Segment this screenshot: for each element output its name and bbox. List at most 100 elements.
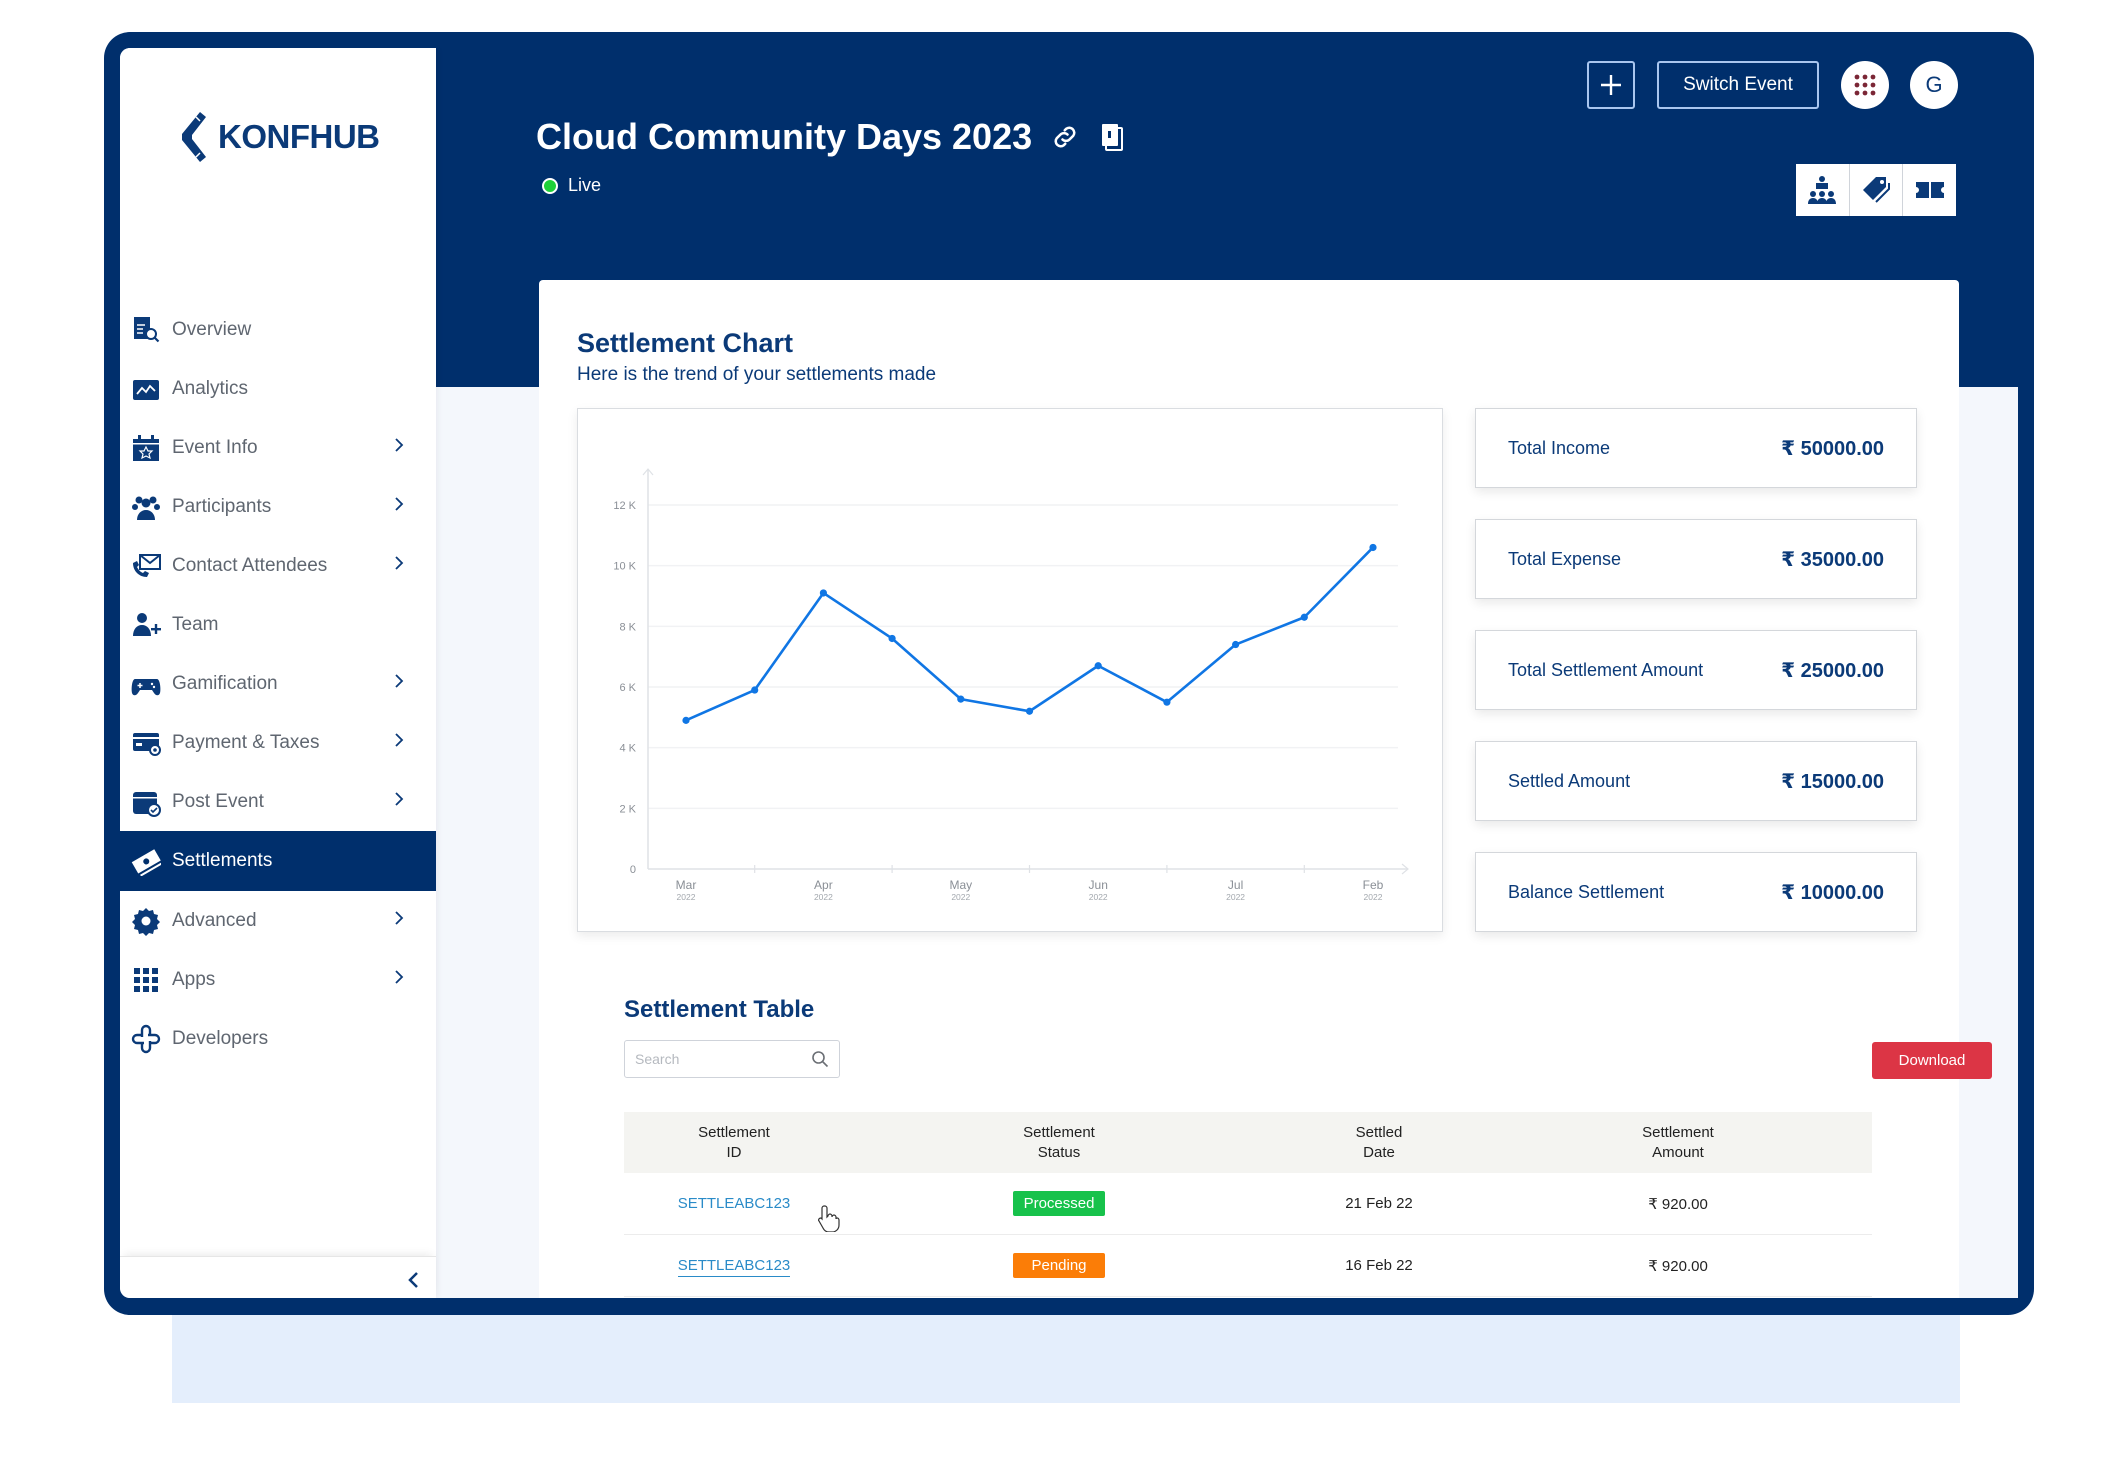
- cell-status: Pending: [844, 1253, 1274, 1278]
- stat-card-total-settlement-amount: Total Settlement Amount ₹ 25000.00: [1475, 630, 1917, 710]
- mail-phone-icon: [130, 550, 162, 582]
- payment-card-icon: [130, 727, 162, 759]
- data-point: [751, 686, 759, 694]
- settlement-table-title: Settlement Table: [624, 996, 815, 1023]
- konfhub-logo[interactable]: KONFHUB: [174, 110, 380, 164]
- speaker-audience-icon: [1808, 176, 1837, 204]
- settlement-chart-subtitle: Here is the trend of your settlements ma…: [577, 364, 937, 385]
- x-tick-year: 2022: [1226, 892, 1245, 902]
- sidebar-item-label: Post Event: [172, 790, 264, 812]
- plus-icon: [1601, 75, 1621, 95]
- create-event-button[interactable]: [1587, 61, 1635, 109]
- sidebar-item-settlements[interactable]: Settlements: [120, 831, 436, 891]
- sidebar-item-analytics[interactable]: Analytics: [120, 359, 436, 418]
- x-tick-year: 2022: [1089, 892, 1108, 902]
- x-tick-year: 2022: [677, 892, 696, 902]
- cell-settlement-id: SETTLEABC123: [624, 1257, 844, 1277]
- column-header-id[interactable]: Settlement ID: [624, 1123, 844, 1163]
- chevron-right-icon[interactable]: [394, 673, 404, 695]
- stat-label: Settled Amount: [1508, 770, 1631, 791]
- stat-label: Balance Settlement: [1508, 881, 1665, 902]
- y-tick-label: 10 K: [613, 561, 636, 573]
- event-title: Cloud Community Days 2023: [536, 116, 1033, 157]
- tickets-button[interactable]: [1902, 164, 1956, 216]
- chevron-right-icon[interactable]: [394, 791, 404, 813]
- sidebar-item-gamification[interactable]: Gamification: [120, 654, 436, 713]
- link-icon[interactable]: [1050, 122, 1080, 152]
- sidebar-item-label: Event Info: [172, 436, 258, 458]
- calendar-star-icon: [130, 432, 162, 464]
- sidebar-item-label: Apps: [172, 968, 216, 990]
- collapse-sidebar-button[interactable]: [406, 1271, 420, 1294]
- chevron-right-icon[interactable]: [394, 496, 404, 518]
- apps-launcher-button[interactable]: [1841, 61, 1889, 109]
- cell-settlement-id: SETTLEABC123: [624, 1195, 844, 1212]
- x-tick-year: 2022: [1364, 892, 1383, 902]
- copy-icon[interactable]: [1098, 122, 1124, 152]
- stat-label: Total Settlement Amount: [1508, 659, 1704, 680]
- analytics-icon: [130, 373, 162, 405]
- live-status-dot: [542, 177, 558, 194]
- sidebar-item-overview[interactable]: Overview: [120, 300, 436, 359]
- sidebar-item-label: Developers: [172, 1027, 269, 1049]
- series-line: [685, 546, 1374, 722]
- sidebar-item-label: Team: [172, 613, 219, 635]
- cell-status: Processed: [844, 1191, 1274, 1216]
- switch-event-button[interactable]: Switch Event: [1657, 61, 1819, 109]
- chevron-right-icon[interactable]: [394, 732, 404, 754]
- gamepad-icon: [130, 668, 162, 700]
- x-tick-year: 2022: [814, 892, 833, 902]
- chevron-right-icon[interactable]: [394, 969, 404, 991]
- cell-amount: ₹ 920.00: [1648, 1195, 1708, 1213]
- coupons-button[interactable]: [1848, 164, 1903, 216]
- download-button[interactable]: Download: [1872, 1042, 1992, 1079]
- column-header-status[interactable]: Settlement Status: [844, 1123, 1274, 1163]
- search-field: [624, 1040, 840, 1078]
- sidebar-item-team[interactable]: Team: [120, 595, 436, 654]
- sidebar-item-label: Gamification: [172, 672, 278, 694]
- stat-card-total-expense: Total Expense ₹ 35000.00: [1475, 519, 1917, 599]
- settlement-id-link[interactable]: SETTLEABC123: [677, 1257, 791, 1277]
- search-input[interactable]: [635, 1051, 795, 1067]
- sidebar-item-event-info[interactable]: Event Info: [120, 418, 436, 477]
- event-status-label: Live: [568, 175, 602, 195]
- search-icon[interactable]: [811, 1050, 829, 1068]
- chevron-right-icon[interactable]: [394, 555, 404, 577]
- data-point: [1094, 662, 1102, 670]
- user-avatar[interactable]: G: [1910, 61, 1958, 109]
- sidebar-item-advanced[interactable]: Advanced: [120, 891, 436, 950]
- sidebar-item-post-event[interactable]: Post Event: [120, 772, 436, 831]
- sidebar-item-contact-attendees[interactable]: Contact Attendees: [120, 536, 436, 595]
- data-point: [1163, 698, 1171, 706]
- speakers-button[interactable]: [1796, 164, 1849, 216]
- settlement-chart: 02 K4 K6 K8 K 10 K 12 K Mar 2022 Apr 2022 May 20…: [577, 408, 1443, 932]
- sidebar-item-developers[interactable]: Developers: [120, 1009, 436, 1068]
- sidebar-item-participants[interactable]: Participants: [120, 477, 436, 536]
- column-header-date[interactable]: Settled Date: [1274, 1123, 1484, 1163]
- cell-date: 16 Feb 22: [1345, 1257, 1413, 1274]
- status-badge: Pending: [1013, 1253, 1105, 1278]
- chevron-right-icon[interactable]: [394, 437, 404, 459]
- developers-icon: [130, 1023, 162, 1055]
- cell-amount: ₹ 920.00: [1648, 1257, 1708, 1275]
- page-backdrop: [172, 1300, 1960, 1403]
- overview-icon: [130, 314, 162, 346]
- sidebar-item-apps[interactable]: Apps: [120, 950, 436, 1009]
- settlement-id-link[interactable]: SETTLEABC123: [678, 1195, 791, 1212]
- sidebar-item-label: Contact Attendees: [172, 554, 328, 576]
- x-tick-label: Apr: [814, 878, 833, 892]
- sidebar-item-payment-taxes[interactable]: Payment & Taxes: [120, 713, 436, 772]
- y-tick-label: 4 K: [619, 743, 636, 755]
- status-badge: Processed: [1013, 1191, 1105, 1216]
- x-tick-year: 2022: [951, 892, 970, 902]
- x-tick-label: Mar: [676, 878, 697, 892]
- hand-cursor-icon: [818, 1205, 840, 1232]
- dots-grid-icon: [1854, 74, 1876, 96]
- column-header-amount[interactable]: Settlement Amount: [1484, 1123, 1872, 1163]
- chevron-right-icon[interactable]: [394, 910, 404, 932]
- stat-card-settled-amount: Settled Amount ₹ 15000.00: [1475, 741, 1917, 821]
- data-point: [682, 716, 690, 724]
- sidebar-item-label: Payment & Taxes: [172, 731, 320, 753]
- data-point: [1025, 707, 1034, 715]
- x-tick-label: Feb: [1363, 878, 1384, 892]
